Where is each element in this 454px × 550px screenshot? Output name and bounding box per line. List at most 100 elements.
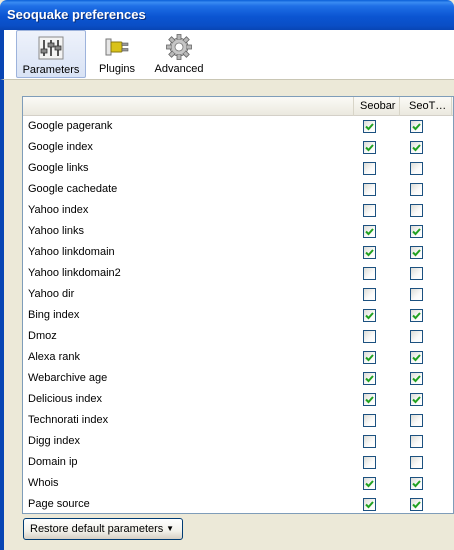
parameter-name: Yahoo links <box>28 225 85 237</box>
table-row[interactable]: Technorati index <box>23 410 453 431</box>
checkmark-icon <box>365 312 374 320</box>
parameter-name: Alexa rank <box>28 351 80 363</box>
seobar-checkbox[interactable] <box>363 393 376 406</box>
seotoolbar-checkbox[interactable] <box>410 246 423 259</box>
seotoolbar-checkbox[interactable] <box>410 267 423 280</box>
seobar-checkbox[interactable] <box>363 288 376 301</box>
checkmark-icon <box>365 480 374 488</box>
parameter-name: Delicious index <box>28 393 102 405</box>
checkmark-icon <box>365 354 374 362</box>
seobar-checkbox[interactable] <box>363 204 376 217</box>
parameter-name: Google index <box>28 141 93 153</box>
seotoolbar-checkbox[interactable] <box>410 435 423 448</box>
seobar-checkbox[interactable] <box>363 498 376 511</box>
seobar-checkbox[interactable] <box>363 120 376 133</box>
table-row[interactable]: Google pagerank <box>23 116 453 137</box>
checkmark-icon <box>412 354 421 362</box>
checkmark-icon <box>412 375 421 383</box>
seobar-checkbox[interactable] <box>363 309 376 322</box>
seotoolbar-checkbox[interactable] <box>410 498 423 511</box>
seotoolbar-checkbox[interactable] <box>410 456 423 469</box>
table-row[interactable]: Bing index <box>23 305 453 326</box>
gear-icon <box>166 34 192 60</box>
table-row[interactable]: Yahoo linkdomain2 <box>23 263 453 284</box>
seotoolbar-checkbox[interactable] <box>410 309 423 322</box>
seobar-checkbox[interactable] <box>363 267 376 280</box>
tab-advanced[interactable]: Advanced <box>148 30 210 78</box>
seobar-checkbox[interactable] <box>363 225 376 238</box>
tab-parameters[interactable]: Parameters <box>16 30 86 78</box>
column-header-seotoolbar[interactable]: SeoT… <box>400 97 452 116</box>
seotoolbar-checkbox[interactable] <box>410 414 423 427</box>
seotoolbar-checkbox[interactable] <box>410 183 423 196</box>
title-bar[interactable]: Seoquake preferences <box>0 0 454 30</box>
column-header-name[interactable] <box>23 97 354 116</box>
parameter-name: Yahoo dir <box>28 288 75 300</box>
seobar-checkbox[interactable] <box>363 183 376 196</box>
table-row[interactable]: Delicious index <box>23 389 453 410</box>
seotoolbar-checkbox[interactable] <box>410 288 423 301</box>
table-row[interactable]: Google links <box>23 158 453 179</box>
table-row[interactable]: Alexa rank <box>23 347 453 368</box>
parameter-name: Whois <box>28 477 59 489</box>
parameter-name: Bing index <box>28 309 80 321</box>
seotoolbar-checkbox[interactable] <box>410 141 423 154</box>
table-row[interactable]: Google cachedate <box>23 179 453 200</box>
parameter-name: Google cachedate <box>28 183 118 195</box>
seobar-checkbox[interactable] <box>363 456 376 469</box>
table-row[interactable]: Dmoz <box>23 326 453 347</box>
window-title: Seoquake preferences <box>7 7 146 22</box>
parameter-name: Page source <box>28 498 90 510</box>
seobar-checkbox[interactable] <box>363 162 376 175</box>
parameter-name: Webarchive age <box>28 372 108 384</box>
seobar-checkbox[interactable] <box>363 330 376 343</box>
seobar-checkbox[interactable] <box>363 414 376 427</box>
table-row[interactable]: Page source <box>23 494 453 513</box>
table-row[interactable]: Digg index <box>23 431 453 452</box>
seobar-checkbox[interactable] <box>363 435 376 448</box>
table-row[interactable]: Webarchive age <box>23 368 453 389</box>
dropdown-arrow-icon: ▼ <box>166 524 174 533</box>
tab-plugins[interactable]: Plugins <box>90 30 144 78</box>
seotoolbar-checkbox[interactable] <box>410 477 423 490</box>
table-header: Seobar SeoT… <box>23 97 453 116</box>
seobar-checkbox[interactable] <box>363 372 376 385</box>
table-row[interactable]: Yahoo linkdomain <box>23 242 453 263</box>
table-row[interactable]: Google index <box>23 137 453 158</box>
seotoolbar-checkbox[interactable] <box>410 393 423 406</box>
table-row[interactable]: Domain ip <box>23 452 453 473</box>
seotoolbar-checkbox[interactable] <box>410 351 423 364</box>
parameters-table: Seobar SeoT… Google pagerank Google index… <box>22 96 454 514</box>
window-frame <box>0 80 4 550</box>
seobar-checkbox[interactable] <box>363 477 376 490</box>
seotoolbar-checkbox[interactable] <box>410 330 423 343</box>
checkmark-icon <box>412 480 421 488</box>
table-row[interactable]: Yahoo links <box>23 221 453 242</box>
plug-icon <box>105 38 129 56</box>
table-row[interactable]: Whois <box>23 473 453 494</box>
seotoolbar-checkbox[interactable] <box>410 225 423 238</box>
seotoolbar-checkbox[interactable] <box>410 120 423 133</box>
seotoolbar-checkbox[interactable] <box>410 162 423 175</box>
checkmark-icon <box>365 228 374 236</box>
restore-defaults-button[interactable]: Restore default parameters ▼ <box>23 518 183 540</box>
seobar-checkbox[interactable] <box>363 141 376 154</box>
table-body: Google pagerank Google index Google links G… <box>23 116 453 513</box>
seobar-checkbox[interactable] <box>363 246 376 259</box>
column-header-seobar[interactable]: Seobar <box>354 97 400 116</box>
parameter-name: Domain ip <box>28 456 78 468</box>
checkmark-icon <box>412 144 421 152</box>
sliders-icon <box>38 36 64 60</box>
checkmark-icon <box>365 396 374 404</box>
checkmark-icon <box>412 396 421 404</box>
table-row[interactable]: Yahoo dir <box>23 284 453 305</box>
checkmark-icon <box>365 501 374 509</box>
seotoolbar-checkbox[interactable] <box>410 372 423 385</box>
seobar-checkbox[interactable] <box>363 351 376 364</box>
parameter-name: Yahoo index <box>28 204 89 216</box>
checkmark-icon <box>365 249 374 257</box>
tab-parameters-label: Parameters <box>22 64 80 76</box>
table-row[interactable]: Yahoo index <box>23 200 453 221</box>
tab-plugins-label: Plugins <box>98 63 136 75</box>
seotoolbar-checkbox[interactable] <box>410 204 423 217</box>
